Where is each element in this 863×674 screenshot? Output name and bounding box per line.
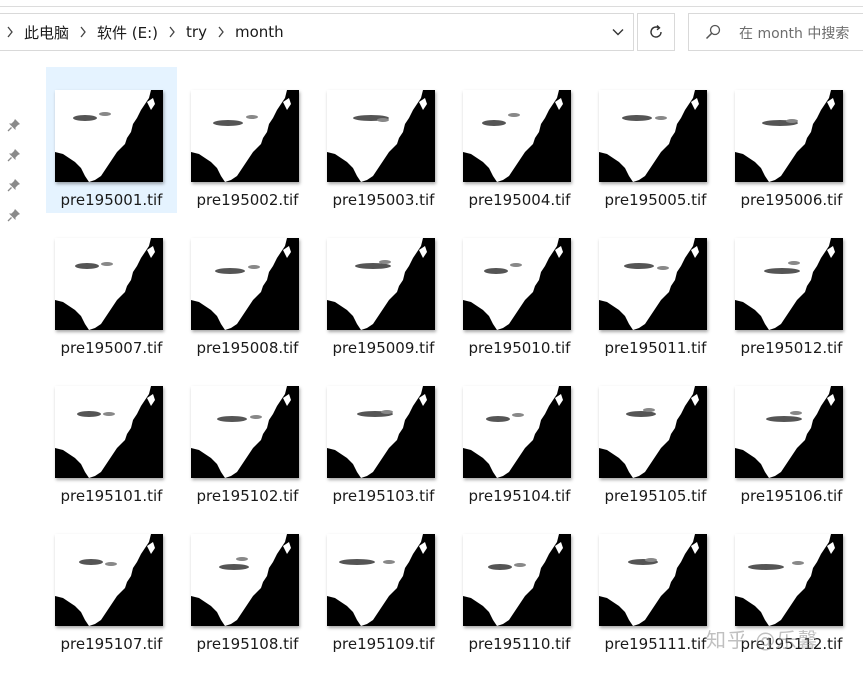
file-name: pre195009.tif [332, 339, 435, 357]
file-item[interactable]: pre195008.tif [182, 215, 313, 361]
file-item[interactable]: pre195107.tif [46, 511, 177, 657]
pin-icon[interactable] [0, 170, 28, 200]
file-thumbnail [191, 534, 299, 626]
refresh-button[interactable] [637, 13, 675, 51]
file-item[interactable]: pre195004.tif [454, 67, 585, 213]
file-thumbnail [191, 386, 299, 478]
search-icon [705, 24, 721, 40]
file-thumbnail [327, 386, 435, 478]
breadcrumb: 此电脑 软件 (E:) try month [0, 14, 288, 50]
file-thumbnail [735, 386, 843, 478]
file-thumbnail [55, 90, 163, 182]
file-thumbnail [327, 90, 435, 182]
file-name: pre195010.tif [468, 339, 571, 357]
file-thumbnail [599, 238, 707, 330]
file-thumbnail [55, 386, 163, 478]
file-name: pre195001.tif [60, 191, 163, 209]
breadcrumb-item[interactable]: try [182, 23, 211, 41]
file-thumbnail [599, 386, 707, 478]
file-name: pre195003.tif [332, 191, 435, 209]
file-item[interactable]: pre195005.tif [590, 67, 721, 213]
file-item[interactable]: pre195102.tif [182, 363, 313, 509]
chevron-down-icon[interactable] [603, 14, 633, 50]
file-name: pre195103.tif [332, 487, 435, 505]
file-thumbnail [327, 238, 435, 330]
file-name: pre195005.tif [604, 191, 707, 209]
file-item[interactable]: pre195011.tif [590, 215, 721, 361]
file-name: pre195108.tif [196, 635, 299, 653]
file-thumbnail [599, 90, 707, 182]
file-name: pre195002.tif [196, 191, 299, 209]
file-item[interactable]: pre195006.tif [726, 67, 857, 213]
file-item[interactable]: pre195110.tif [454, 511, 585, 657]
address-toolbar: 此电脑 软件 (E:) try month 在 month 中搜索 [0, 0, 863, 64]
file-item[interactable]: pre195111.tif [590, 511, 721, 657]
file-item[interactable]: pre195103.tif [318, 363, 449, 509]
file-name: pre195106.tif [740, 487, 843, 505]
chevron-right-icon[interactable] [73, 26, 93, 38]
file-item[interactable]: pre195106.tif [726, 363, 857, 509]
file-item[interactable]: pre195109.tif [318, 511, 449, 657]
file-thumbnail [327, 534, 435, 626]
file-thumbnail [463, 534, 571, 626]
breadcrumb-item[interactable]: month [231, 23, 288, 41]
file-name: pre195105.tif [604, 487, 707, 505]
file-thumbnail [55, 534, 163, 626]
file-item[interactable]: pre195003.tif [318, 67, 449, 213]
chevron-right-icon[interactable] [162, 26, 182, 38]
file-name: pre195110.tif [468, 635, 571, 653]
quick-access-pins [0, 110, 28, 230]
file-name: pre195107.tif [60, 635, 163, 653]
file-item[interactable]: pre195105.tif [590, 363, 721, 509]
file-name: pre195109.tif [332, 635, 435, 653]
file-thumbnail [735, 534, 843, 626]
file-item[interactable]: pre195007.tif [46, 215, 177, 361]
file-thumbnail [191, 238, 299, 330]
file-name: pre195104.tif [468, 487, 571, 505]
file-thumbnail [463, 90, 571, 182]
file-item[interactable]: pre195010.tif [454, 215, 585, 361]
file-thumbnail [191, 90, 299, 182]
file-item[interactable]: pre195002.tif [182, 67, 313, 213]
file-thumbnail [735, 90, 843, 182]
file-thumbnail [735, 238, 843, 330]
file-name: pre195007.tif [60, 339, 163, 357]
pin-icon[interactable] [0, 140, 28, 170]
file-name: pre195011.tif [604, 339, 707, 357]
file-item[interactable]: pre195101.tif [46, 363, 177, 509]
breadcrumb-item[interactable]: 软件 (E:) [93, 22, 162, 43]
pin-icon[interactable] [0, 200, 28, 230]
chevron-right-icon[interactable] [211, 26, 231, 38]
address-bar[interactable]: 此电脑 软件 (E:) try month [0, 13, 634, 51]
file-name: pre195006.tif [740, 191, 843, 209]
file-thumbnail [463, 238, 571, 330]
file-name: pre195102.tif [196, 487, 299, 505]
search-input[interactable]: 在 month 中搜索 [688, 13, 863, 51]
file-name: pre195008.tif [196, 339, 299, 357]
file-item[interactable]: pre195009.tif [318, 215, 449, 361]
file-name: pre195111.tif [604, 635, 707, 653]
file-item[interactable]: pre195012.tif [726, 215, 857, 361]
file-item[interactable]: pre195104.tif [454, 363, 585, 509]
search-placeholder: 在 month 中搜索 [739, 26, 850, 42]
top-divider [0, 6, 863, 7]
watermark: 知乎 @乐馨 [706, 628, 819, 652]
file-name: pre195012.tif [740, 339, 843, 357]
breadcrumb-item[interactable]: 此电脑 [20, 22, 73, 43]
file-thumbnail [55, 238, 163, 330]
chevron-right-icon[interactable] [0, 26, 20, 38]
file-item[interactable]: pre195001.tif [46, 67, 177, 213]
file-name: pre195004.tif [468, 191, 571, 209]
refresh-icon [650, 24, 662, 38]
file-thumbnail [599, 534, 707, 626]
file-item[interactable]: pre195108.tif [182, 511, 313, 657]
pin-icon[interactable] [0, 110, 28, 140]
file-name: pre195101.tif [60, 487, 163, 505]
file-thumbnail [463, 386, 571, 478]
